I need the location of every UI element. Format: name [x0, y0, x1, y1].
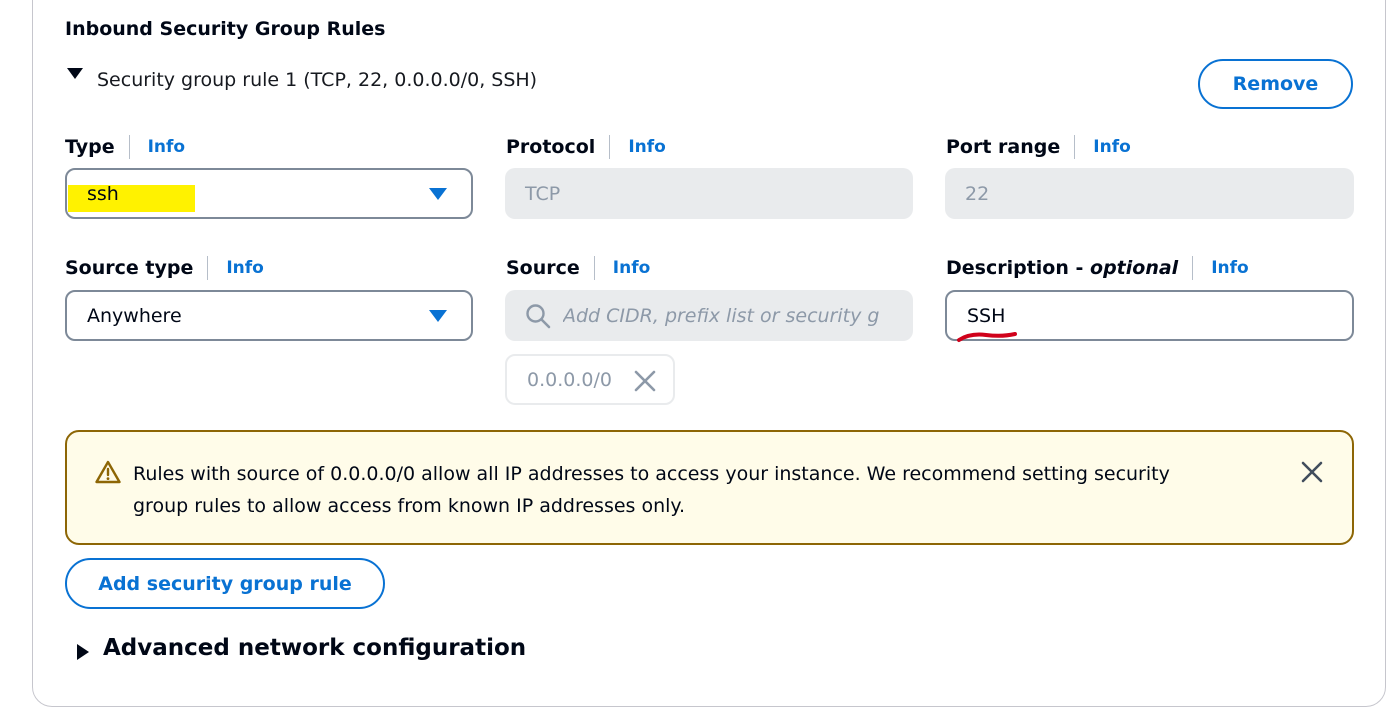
caret-right-icon[interactable]	[76, 644, 90, 660]
divider	[207, 256, 209, 280]
warning-alert: Rules with source of 0.0.0.0/0 allow all…	[65, 430, 1354, 545]
port-range-label-row: Port range Info	[946, 132, 1131, 162]
search-icon	[526, 304, 551, 329]
protocol-field: TCP	[505, 168, 913, 219]
source-label-row: Source Info	[506, 253, 650, 283]
description-label: Description - optional	[946, 257, 1179, 279]
annotation-underline	[957, 332, 1017, 342]
protocol-value: TCP	[525, 182, 561, 205]
port-range-label: Port range	[946, 136, 1061, 158]
source-info-link[interactable]: Info	[613, 258, 651, 278]
description-info-link[interactable]: Info	[1211, 258, 1249, 278]
source-type-select[interactable]: Anywhere	[65, 290, 473, 341]
divider	[128, 135, 130, 159]
divider	[1192, 256, 1194, 280]
protocol-label: Protocol	[506, 136, 596, 158]
description-value: SSH	[967, 304, 1006, 327]
port-range-field: 22	[945, 168, 1354, 219]
port-range-value: 22	[965, 182, 990, 205]
type-info-link[interactable]: Info	[148, 137, 186, 157]
advanced-network-configuration[interactable]: Advanced network configuration	[103, 635, 526, 661]
source-type-label-row: Source type Info	[65, 253, 264, 283]
rule-title[interactable]: Security group rule 1 (TCP, 22, 0.0.0.0/…	[97, 69, 537, 91]
source-type-label: Source type	[65, 257, 194, 279]
divider	[593, 256, 595, 280]
protocol-info-link[interactable]: Info	[628, 137, 666, 157]
source-type-value: Anywhere	[87, 304, 182, 327]
dropdown-caret-icon	[429, 187, 447, 200]
description-label-row: Description - optional Info	[946, 253, 1249, 283]
alert-message: Rules with source of 0.0.0.0/0 allow all…	[133, 458, 1243, 522]
close-icon[interactable]	[1300, 460, 1324, 484]
divider	[609, 135, 611, 159]
divider	[1074, 135, 1076, 159]
protocol-label-row: Protocol Info	[506, 132, 666, 162]
source-type-info-link[interactable]: Info	[226, 258, 264, 278]
type-select[interactable]: ssh	[65, 168, 473, 219]
warning-icon	[95, 460, 121, 484]
type-label-row: Type Info	[65, 132, 185, 162]
section-title: Inbound Security Group Rules	[65, 18, 386, 40]
port-range-info-link[interactable]: Info	[1093, 137, 1131, 157]
source-placeholder: Add CIDR, prefix list or security g	[563, 304, 880, 327]
remove-button[interactable]: Remove	[1198, 59, 1353, 109]
alert-line-1: Rules with source of 0.0.0.0/0 allow all…	[133, 463, 1170, 485]
type-label: Type	[65, 136, 115, 158]
dropdown-caret-icon	[429, 309, 447, 322]
close-icon[interactable]	[633, 369, 657, 393]
alert-line-2: group rules to allow access from known I…	[133, 495, 686, 517]
caret-down-icon[interactable]	[67, 66, 83, 82]
add-security-group-rule-button[interactable]: Add security group rule	[65, 558, 385, 609]
source-label: Source	[506, 257, 580, 279]
source-token: 0.0.0.0/0	[505, 354, 675, 405]
source-search-input[interactable]: Add CIDR, prefix list or security g	[505, 290, 913, 341]
source-token-value: 0.0.0.0/0	[527, 368, 612, 391]
type-value: ssh	[87, 182, 119, 205]
